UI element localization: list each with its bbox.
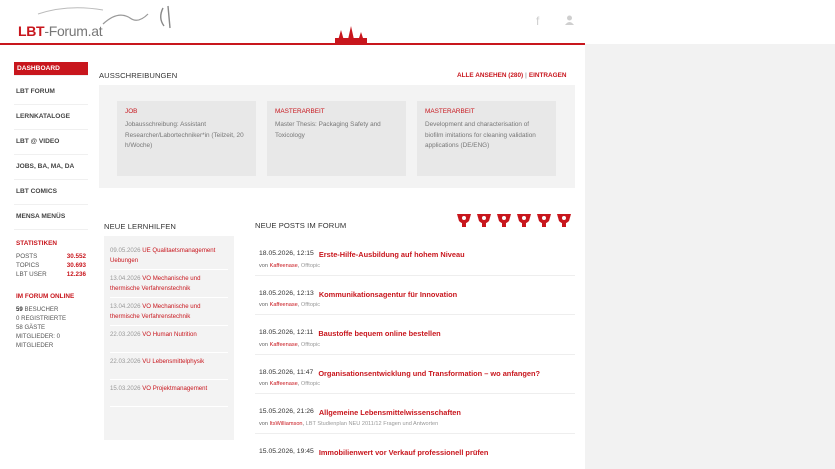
facebook-icon[interactable]: f (536, 14, 539, 28)
post-author-link[interactable]: Kaffeenase (270, 381, 298, 387)
online-mitglieder: MITGLIEDER: 0 (16, 333, 61, 340)
post-time: 18.05.2026, 12:13 (259, 289, 314, 297)
post-title-link[interactable]: Erste-Hilfe-Ausbildung auf hohem Niveau (319, 250, 465, 260)
stat-topics: TOPICS 30.693 (16, 262, 86, 269)
ausschreibungen-title: AUSSCHREIBUNGEN (99, 71, 178, 80)
posts-list: 18.05.2026, 12:15 Erste-Hilfe-Ausbildung … (255, 236, 575, 469)
castle-silhouette-icon (335, 26, 367, 44)
post-title-link[interactable]: Allgemeine Lebensmittelwissenschaften (319, 408, 461, 418)
site-header: LBT-Forum.at f (0, 0, 835, 44)
trophy-icon (477, 214, 491, 227)
site-logo[interactable]: LBT-Forum.at (18, 5, 188, 40)
lernhilfen-panel: 09.05.2026 UE Qualitaetsmanagement Uebun… (104, 236, 234, 440)
eintragen-link[interactable]: EINTRAGEN (529, 72, 567, 79)
job-type: MASTERARBEIT (275, 108, 325, 115)
post-author-link[interactable]: Kaffeenase (270, 263, 298, 269)
post-author-link[interactable]: Kaffeenase (270, 342, 298, 348)
stat-lbt-user: LBT USER 12.236 (16, 271, 86, 278)
sidebar-item-dashboard[interactable]: DASHBOARD (14, 62, 88, 76)
job-card[interactable]: JOB Jobausschreibung: Assistant Research… (117, 101, 256, 176)
post-forum-link[interactable]: Offtopic (301, 381, 320, 387)
sidebar-item-mensa-menues[interactable]: MENSA MENÜS (14, 205, 88, 230)
post-forum-link[interactable]: Offtopic (301, 302, 320, 308)
trophy-icon (557, 214, 571, 227)
post-time: 18.05.2026, 12:11 (259, 329, 314, 336)
post-time: 18.05.2026, 11:47 (259, 368, 314, 376)
job-type: MASTERARBEIT (425, 108, 475, 115)
job-title: Master Thesis: Packaging Safety and Toxi… (275, 121, 381, 139)
job-title: Development and characterisation of biof… (425, 121, 536, 149)
list-item[interactable]: 13.04.2026 VO Mechanische und thermische… (110, 298, 228, 326)
post-forum-link[interactable]: Offtopic (301, 342, 320, 348)
job-card[interactable]: MASTERARBEIT Master Thesis: Packaging Sa… (267, 101, 406, 176)
lernhilfen-title: NEUE LERNHILFEN (104, 222, 176, 231)
post-author-link[interactable]: Kaffeenase (270, 302, 298, 308)
post-item: 15.05.2026, 21:26 Allgemeine Lebensmittel… (255, 394, 575, 434)
post-forum-link[interactable]: Offtopic (301, 263, 320, 269)
ausschreibungen-links: ALLE ANSEHEN (280) | EINTRAGEN (457, 72, 566, 79)
online-registrierte: 0 REGISTRIERTE (16, 315, 67, 322)
post-item: 15.05.2026, 19:45 Immobilienwert vor Verk… (255, 434, 575, 464)
post-title-link[interactable]: Kommunikationsagentur für Innovation (319, 290, 457, 300)
online-heading: IM FORUM ONLINE (16, 293, 75, 300)
post-forum-link[interactable]: LBT Studienplan NEU 2011/12 Fragen und A… (306, 421, 439, 427)
list-item[interactable]: 09.05.2026 UE Qualitaetsmanagement Uebun… (110, 242, 228, 270)
sidebar-item-lbt-forum[interactable]: LBT FORUM (14, 80, 88, 105)
logo-rest-text: -Forum.at (44, 23, 103, 39)
stat-posts: POSTS 30.552 (16, 253, 86, 260)
sidebar-item-lbt-comics[interactable]: LBT COMICS (14, 180, 88, 205)
trophy-icon (497, 214, 511, 227)
post-title-link[interactable]: Immobilienwert vor Verkauf professionell… (319, 448, 489, 458)
ausschreibungen-panel: JOB Jobausschreibung: Assistant Research… (99, 85, 575, 188)
post-item: 18.05.2026, 12:11 Baustoffe bequem online… (255, 315, 575, 355)
post-item: 18.05.2026, 12:15 Erste-Hilfe-Ausbildung … (255, 236, 575, 276)
user-icon[interactable] (565, 14, 574, 28)
list-item[interactable]: 22.03.2026 VO Human Nutrition (110, 326, 228, 353)
posts-title: NEUE POSTS IM FORUM (255, 221, 347, 230)
post-title-link[interactable]: Organisationsentwicklung und Transformat… (318, 369, 540, 379)
logo-main-text: LBT (18, 23, 45, 39)
list-item[interactable]: 22.03.2026 VU Lebensmittelphysik (110, 353, 228, 380)
sidebar-item-lernkataloge[interactable]: LERNKATALOGE (14, 105, 88, 130)
online-mitglieder-2: MITGLIEDER (16, 342, 54, 349)
job-type: JOB (125, 108, 138, 115)
post-item: 18.05.2026, 11:47 Organisationsentwicklun… (255, 355, 575, 394)
post-author-link[interactable]: ItsWilliamson (270, 421, 303, 427)
post-item: 18.05.2026, 12:13 Kommunikationsagentur f… (255, 276, 575, 315)
online-besucher: 59 BESUCHER (16, 306, 59, 313)
post-title-link[interactable]: Baustoffe bequem online bestellen (318, 329, 440, 339)
trophy-icon (457, 214, 471, 227)
all-ausschreibungen-link[interactable]: ALLE ANSEHEN (280) (457, 72, 523, 79)
trophy-icon (537, 214, 551, 227)
sidebar-item-jobs[interactable]: JOBS, BA, MA, DA (14, 155, 88, 180)
post-time: 15.05.2026, 21:26 (259, 408, 314, 415)
trophy-icon (517, 214, 531, 227)
sidebar: DASHBOARD LBT FORUM LERNKATALOGE LBT @ V… (14, 62, 88, 350)
stats-heading: STATISTIKEN (16, 240, 57, 247)
job-title: Jobausschreibung: Assistant Researcher/L… (125, 121, 244, 149)
job-card[interactable]: MASTERARBEIT Development and characteris… (417, 101, 556, 176)
online-gaeste: 58 GÄSTE (16, 324, 46, 331)
trophy-row (456, 213, 572, 227)
list-item[interactable]: 13.04.2026 VO Mechanische und thermische… (110, 270, 228, 298)
post-time: 18.05.2026, 12:15 (259, 250, 314, 257)
post-time: 15.05.2026, 19:45 (259, 447, 314, 455)
list-item[interactable]: 15.03.2026 VO Projektmanagement (110, 380, 228, 407)
main-content: DASHBOARD LBT FORUM LERNKATALOGE LBT @ V… (0, 45, 585, 469)
sidebar-item-lbt-video[interactable]: LBT @ VIDEO (14, 130, 88, 155)
